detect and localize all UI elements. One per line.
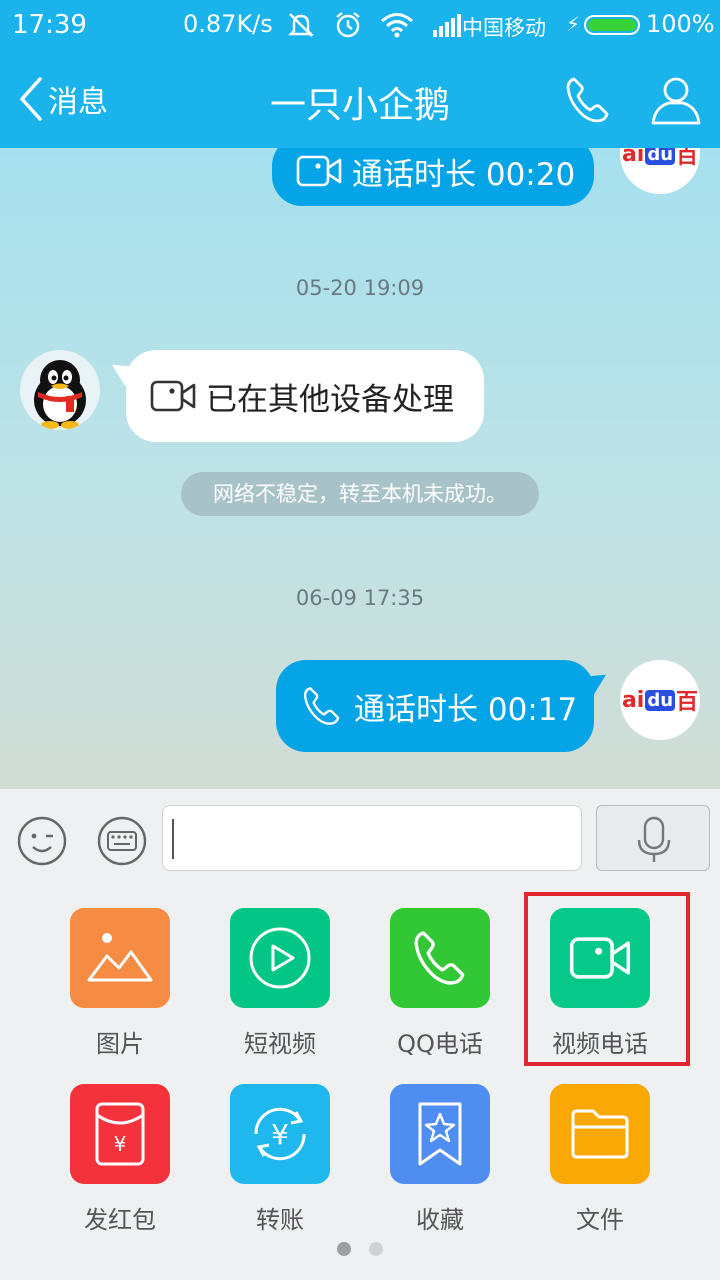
tile-label: 转账 [256, 1206, 304, 1234]
keyboard-button[interactable] [96, 815, 148, 867]
favorites-icon [418, 1102, 462, 1166]
baidu-avatar[interactable]: ai du 百 [620, 148, 700, 194]
charging-icon: ⚡ [566, 12, 581, 36]
wifi-icon [381, 13, 413, 38]
outgoing-message[interactable]: 通话时长 00:20 [272, 148, 594, 206]
phone-icon [303, 687, 340, 725]
mute-icon [288, 13, 314, 37]
message-text: 通话时长 00:20 [352, 156, 576, 193]
svg-text:¥: ¥ [114, 1132, 127, 1156]
phone-icon [566, 77, 609, 123]
incoming-message[interactable]: 已在其他设备处理 [126, 350, 484, 442]
baidu-logo: ai du 百 [620, 148, 700, 194]
signal-icon [433, 14, 461, 37]
page-dot[interactable] [369, 1242, 383, 1256]
tile-label: 发红包 [84, 1206, 156, 1234]
favorites-tile-icon-box [390, 1084, 490, 1184]
image-tile-icon-box [70, 908, 170, 1008]
baidu-avatar[interactable]: ai du 百 [620, 660, 700, 740]
svg-text:¥: ¥ [271, 1118, 289, 1151]
red-packet-tile-icon-box: ¥ [70, 1084, 170, 1184]
short-video-tile-icon-box [230, 908, 330, 1008]
transfer-icon: ¥ [254, 1107, 306, 1161]
transfer-tile-icon-box: ¥ [230, 1084, 330, 1184]
profile-button[interactable] [648, 74, 704, 126]
baidu-logo: ai du 百 [621, 687, 699, 716]
image-icon [87, 933, 153, 982]
image-tile[interactable]: 图片 [40, 908, 200, 1059]
emoji-button[interactable] [16, 815, 68, 867]
battery-percent: 100% [646, 10, 715, 38]
play-icon [249, 927, 311, 989]
qq-call-tile-icon-box [390, 908, 490, 1008]
chevron-left-icon [20, 77, 42, 121]
nav-bar: 消息 一只小企鹅 [0, 52, 720, 148]
alarm-icon [336, 12, 360, 38]
tile-label: QQ电话 [397, 1030, 483, 1058]
tile-label: 短视频 [244, 1030, 316, 1058]
input-bar [0, 788, 720, 884]
profile-icon [651, 77, 701, 125]
file-tile[interactable]: 文件 [520, 1084, 680, 1235]
tile-label: 文件 [576, 1206, 624, 1234]
network-speed: 0.87K/s [183, 10, 273, 38]
file-tile-icon-box [550, 1084, 650, 1184]
back-label: 消息 [48, 85, 108, 120]
tile-label: 收藏 [416, 1206, 464, 1234]
function-panel: 图片 短视频 QQ电话 视频电话 ¥ 发红包 ¥ 转账 收藏 文件 [0, 884, 720, 1280]
red-packet-icon: ¥ [95, 1102, 145, 1166]
status-bar: 17:39 0.87K/s 中国移动 ⚡ 100% [0, 0, 720, 52]
voice-input-button[interactable] [596, 805, 710, 871]
qq-call-tile[interactable]: QQ电话 [360, 908, 520, 1059]
folder-icon [571, 1109, 629, 1159]
page-dot-active[interactable] [337, 1242, 351, 1256]
keyboard-icon [97, 816, 147, 866]
status-time: 17:39 [12, 10, 87, 40]
video-call-icon [150, 380, 196, 412]
message-timestamp: 05-20 19:09 [295, 276, 425, 300]
transfer-tile[interactable]: ¥ 转账 [200, 1084, 360, 1235]
phone-icon [414, 931, 465, 985]
tile-label: 图片 [96, 1030, 144, 1058]
chat-area[interactable]: 通话时长 00:20 ai du 百 05-20 19:09 已在其他设备处理 网络… [0, 148, 720, 788]
page-indicator [0, 1242, 720, 1256]
microphone-icon [637, 816, 671, 862]
tile-label: 视频电话 [552, 1030, 648, 1058]
status-icons [286, 10, 462, 40]
system-tip: 网络不稳定，转至本机未成功。 [181, 472, 539, 516]
outgoing-message[interactable]: 通话时长 00:17 [276, 660, 594, 752]
video-call-icon [296, 155, 342, 187]
battery-indicator [584, 15, 640, 35]
voice-call-button[interactable] [562, 74, 614, 126]
short-video-tile[interactable]: 短视频 [200, 908, 360, 1059]
message-text: 已在其他设备处理 [206, 381, 454, 418]
carrier-name: 中国移动 [462, 16, 546, 40]
emoji-icon [17, 816, 67, 866]
video-call-tile[interactable]: 视频电话 [520, 908, 680, 1059]
battery-fill [588, 19, 636, 31]
video-call-icon [569, 937, 631, 979]
penguin-icon [34, 360, 86, 429]
message-input[interactable] [162, 805, 582, 871]
video-call-tile-icon-box [550, 908, 650, 1008]
message-text: 通话时长 00:17 [354, 691, 578, 728]
back-button[interactable]: 消息 [18, 76, 108, 122]
message-timestamp: 06-09 17:35 [295, 586, 425, 610]
favorites-tile[interactable]: 收藏 [360, 1084, 520, 1235]
qq-penguin-avatar[interactable] [20, 350, 100, 430]
red-packet-tile[interactable]: ¥ 发红包 [40, 1084, 200, 1235]
